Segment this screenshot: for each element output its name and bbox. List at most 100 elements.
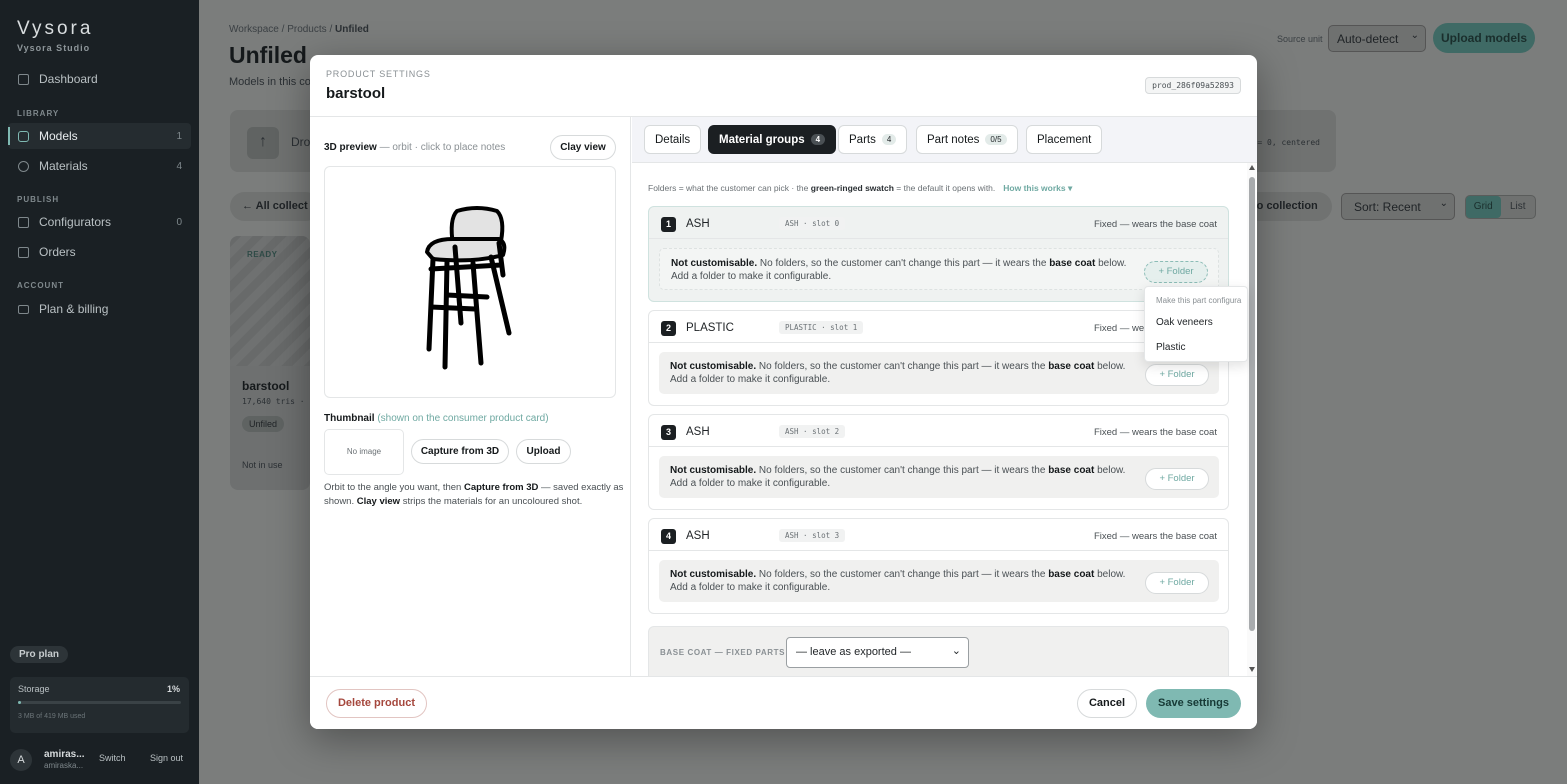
cancel-button[interactable]: Cancel bbox=[1077, 689, 1137, 718]
group-name: ASH bbox=[686, 426, 710, 438]
scroll-down-arrow-icon[interactable] bbox=[1249, 667, 1255, 672]
tab-part-notes[interactable]: Part notes 0/5 bbox=[916, 125, 1018, 154]
product-settings-modal: PRODUCT SETTINGS barstool prod_286f09a52… bbox=[310, 55, 1257, 729]
switch-account-link[interactable]: Switch bbox=[99, 753, 126, 763]
upload-models-button[interactable]: Upload models bbox=[1433, 23, 1535, 53]
tab-parts[interactable]: Parts 4 bbox=[838, 125, 908, 154]
view-toggle: Grid List bbox=[1465, 195, 1536, 219]
group-name: ASH bbox=[686, 530, 710, 542]
sign-out-link[interactable]: Sign out bbox=[150, 753, 183, 763]
group-slot: ASH · slot 0 bbox=[779, 217, 846, 230]
tab-label: Details bbox=[655, 133, 691, 146]
tab-label: Material groups bbox=[719, 133, 805, 146]
cube-icon bbox=[18, 130, 29, 142]
group-number: 1 bbox=[661, 217, 676, 232]
tab-label: Parts bbox=[849, 133, 876, 146]
user-name: amiras... bbox=[44, 749, 85, 760]
avatar[interactable]: A bbox=[10, 749, 32, 771]
body-text: below. bbox=[1094, 465, 1126, 476]
modal-kicker: PRODUCT SETTINGS bbox=[326, 69, 431, 79]
tab-count: 0/5 bbox=[985, 134, 1007, 145]
sort-select[interactable]: Sort: Recent ⌄ bbox=[1341, 193, 1455, 220]
source-unit-value: Auto-detect bbox=[1337, 32, 1399, 46]
thumbnail-placeholder: No image bbox=[324, 429, 404, 475]
page-title: Unfiled bbox=[229, 42, 307, 68]
preview-panel: 3D preview — orbit · click to place note… bbox=[310, 117, 631, 676]
sidebar-item-label: Orders bbox=[39, 245, 76, 259]
all-collections-button[interactable]: ← All collect bbox=[230, 192, 320, 221]
body-bold: Not customisable. bbox=[671, 258, 758, 269]
body-bold: Not customisable. bbox=[670, 465, 757, 476]
body-bold: base coat bbox=[1048, 361, 1095, 372]
tab-placement[interactable]: Placement bbox=[1026, 125, 1103, 154]
material-group-1: 1 ASH ASH · slot 0 Fixed — wears the bas… bbox=[648, 206, 1229, 302]
card-icon bbox=[18, 304, 29, 314]
divider bbox=[649, 238, 1228, 239]
tab-material-groups[interactable]: Material groups 4 bbox=[708, 125, 837, 154]
source-unit-select[interactable]: Auto-detect ⌄ bbox=[1328, 25, 1426, 52]
dropdown-option-oak-veneers[interactable]: Oak veneers bbox=[1156, 317, 1213, 328]
add-folder-button[interactable]: + Folder bbox=[1144, 261, 1208, 283]
breadcrumb-current: Unfiled bbox=[335, 24, 369, 35]
sidebar-item-label: Plan & billing bbox=[39, 302, 109, 316]
add-folder-button[interactable]: + Folder bbox=[1145, 572, 1209, 594]
upload-thumbnail-button[interactable]: Upload bbox=[516, 439, 571, 464]
how-this-works-link[interactable]: How this works ▾ bbox=[1003, 183, 1072, 193]
clipboard-icon bbox=[18, 246, 29, 258]
sidebar-item-billing[interactable]: Plan & billing bbox=[8, 296, 191, 322]
sidebar-item-dashboard[interactable]: Dashboard bbox=[8, 66, 191, 92]
divider bbox=[649, 446, 1228, 447]
storage-bar-fill bbox=[18, 701, 22, 704]
tab-details[interactable]: Details bbox=[644, 125, 702, 154]
model-card[interactable]: READY barstool 17,640 tris · Unfiled Not… bbox=[230, 236, 310, 490]
storage-used: 3 MB of 419 MB used bbox=[18, 713, 86, 720]
dropdown-option-plastic[interactable]: Plastic bbox=[1156, 342, 1185, 353]
group-body: Not customisable. No folders, so the cus… bbox=[659, 248, 1219, 290]
body-text: Add a folder to make it configurable. bbox=[670, 374, 831, 385]
body-text: Add a folder to make it configurable. bbox=[670, 582, 831, 593]
group-name: PLASTIC bbox=[686, 322, 734, 334]
sidebar-item-configurators[interactable]: Configurators 0 bbox=[8, 209, 191, 235]
info-text-part: Folders = what the customer can pick · t… bbox=[648, 183, 811, 193]
drop-zone-text: Dro bbox=[291, 135, 311, 149]
3d-viewport[interactable] bbox=[324, 166, 616, 398]
breadcrumb-products[interactable]: Products bbox=[287, 24, 326, 35]
save-settings-button[interactable]: Save settings bbox=[1146, 689, 1241, 718]
group-slot: ASH · slot 3 bbox=[779, 529, 846, 542]
delete-product-button[interactable]: Delete product bbox=[326, 689, 427, 718]
grid-view-button[interactable]: Grid bbox=[1466, 196, 1501, 218]
sidebar-item-count: 0 bbox=[176, 216, 182, 228]
help-text-bold: Clay view bbox=[356, 496, 401, 507]
tab-bar: Details Material groups 4 Parts 4 Part not… bbox=[632, 117, 1257, 163]
sidebar-item-label: Materials bbox=[39, 159, 88, 173]
list-view-button[interactable]: List bbox=[1501, 196, 1536, 218]
help-text-part: strips the materials for an uncoloured s… bbox=[400, 496, 583, 507]
scroll-up-arrow-icon[interactable] bbox=[1249, 165, 1255, 170]
clay-view-button[interactable]: Clay view bbox=[550, 135, 616, 160]
sidebar-item-orders[interactable]: Orders bbox=[8, 239, 191, 265]
sidebar-item-materials[interactable]: Materials 4 bbox=[8, 153, 191, 179]
sidebar-item-models[interactable]: Models 1 bbox=[8, 123, 191, 149]
product-id: prod_286f09a52893 bbox=[1145, 77, 1241, 94]
scrollbar-thumb[interactable] bbox=[1249, 177, 1255, 631]
divider bbox=[649, 550, 1228, 551]
plan-badge[interactable]: Pro plan bbox=[10, 646, 69, 663]
dashboard-icon bbox=[18, 73, 29, 85]
user-profile: A amiras... amiraska... Switch Sign out bbox=[10, 747, 190, 773]
sidebar-item-count: 1 bbox=[176, 130, 182, 142]
group-name: ASH bbox=[686, 218, 710, 230]
capture-from-3d-button[interactable]: Capture from 3D bbox=[411, 439, 509, 464]
all-collections-label: All collect bbox=[255, 200, 308, 212]
base-coat-select[interactable]: — leave as exported — ⌄ bbox=[786, 637, 969, 668]
storage-card: Storage 1% 3 MB of 419 MB used bbox=[10, 677, 189, 733]
group-number: 4 bbox=[661, 529, 676, 544]
breadcrumb-workspace[interactable]: Workspace bbox=[229, 24, 279, 35]
breadcrumb: Workspace / Products / Unfiled bbox=[229, 24, 369, 35]
user-info: amiras... amiraska... bbox=[44, 749, 85, 771]
model-usage: Not in use bbox=[242, 460, 283, 470]
add-folder-button[interactable]: + Folder bbox=[1145, 364, 1209, 386]
add-folder-button[interactable]: + Folder bbox=[1145, 468, 1209, 490]
material-group-4: 4 ASH ASH · slot 3 Fixed — wears the bas… bbox=[648, 518, 1229, 614]
thumbnail-title: Thumbnail bbox=[324, 413, 375, 424]
material-groups-list[interactable]: Folders = what the customer can pick · t… bbox=[632, 163, 1257, 676]
